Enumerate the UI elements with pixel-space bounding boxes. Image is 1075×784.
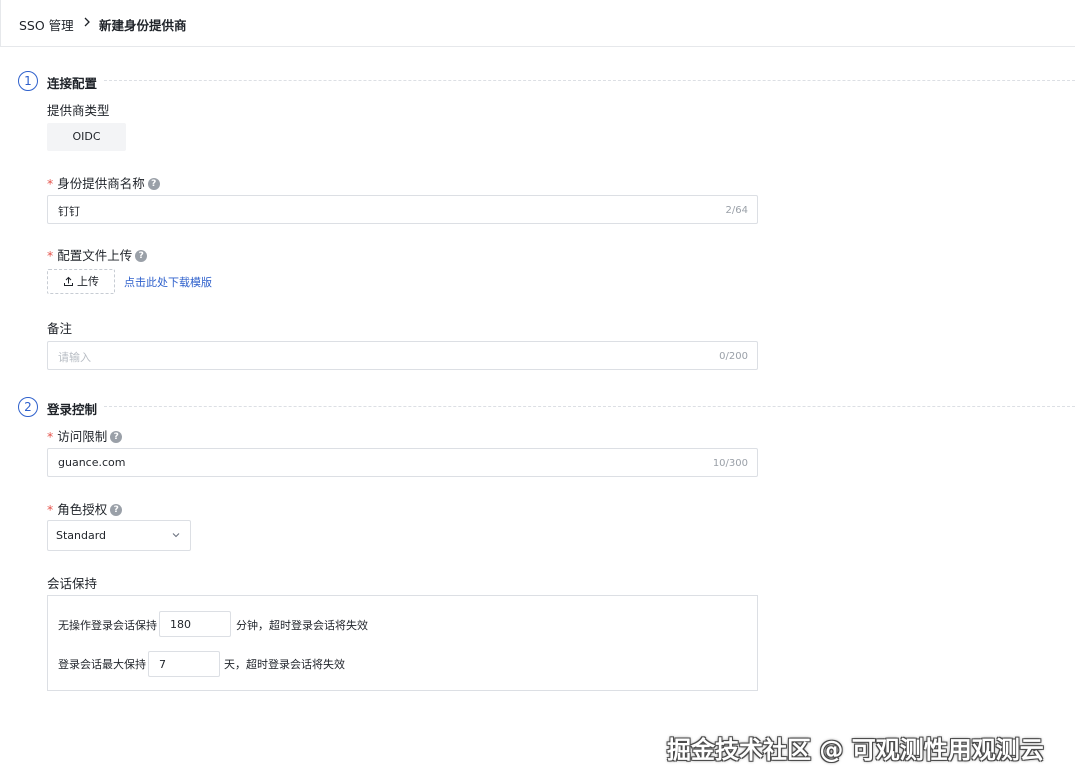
remark-label: 备注 [47,321,73,336]
upload-button-label: 上传 [77,275,99,288]
access-limit-value: guance.com [58,456,126,469]
max-session-prefix: 登录会话最大保持 [58,658,146,671]
chevron-down-icon [172,533,180,538]
watermark-text: 掘金技术社区 @ 可观测性用观测云 [667,736,1044,764]
idle-session-minutes-input[interactable]: 180 [159,611,231,637]
idle-session-minutes-value: 180 [170,618,191,631]
step-1-indicator: 1 [18,71,38,91]
help-icon[interactable]: ? [110,503,123,516]
help-icon[interactable]: ? [110,430,123,443]
idle-session-suffix: 分钟，超时登录会话将失效 [236,619,368,632]
provider-name-label-text: 身份提供商名称 [57,176,145,191]
provider-name-label: * 身份提供商名称? [47,173,160,192]
upload-button[interactable]: 上传 [47,269,115,294]
required-mark: * [47,248,54,263]
step-2-indicator: 2 [18,397,38,417]
remark-input[interactable]: 请输入 0/200 [47,341,758,370]
max-session-days-input[interactable]: 7 [148,651,220,677]
breadcrumb-sso-management[interactable]: SSO 管理 [19,15,74,34]
idle-session-prefix: 无操作登录会话保持 [58,619,157,632]
step-2-divider [104,406,1075,407]
access-limit-label-text: 访问限制 [57,429,108,444]
session-settings-box: 无操作登录会话保持 180 分钟，超时登录会话将失效 登录会话最大保持 7 天，… [47,595,758,691]
role-label-text: 角色授权 [57,502,108,517]
required-mark: * [47,429,54,444]
role-select[interactable]: Standard [47,520,191,551]
role-selected-value: Standard [56,529,107,542]
step-1-title: 连接配置 [47,76,98,91]
required-mark: * [47,502,54,517]
remark-placeholder: 请输入 [58,351,91,364]
page-header: SSO 管理 新建身份提供商 [0,0,1075,47]
step-2-title: 登录控制 [47,402,98,417]
remark-char-count: 0/200 [719,351,748,362]
config-upload-label: * 配置文件上传? [47,245,148,264]
step-1-divider [104,80,1075,81]
chevron-right-icon [84,17,90,27]
role-label: * 角色授权? [47,499,123,518]
access-limit-label: * 访问限制? [47,426,123,445]
provider-type-value: OIDC [47,123,126,151]
max-session-days-value: 7 [159,658,166,671]
provider-name-char-count: 2/64 [725,205,748,216]
access-limit-char-count: 10/300 [712,458,748,469]
breadcrumb-current: 新建身份提供商 [99,18,187,33]
help-icon[interactable]: ? [147,177,160,190]
upload-icon [64,276,73,286]
session-label: 会话保持 [47,576,98,591]
download-template-link[interactable]: 点击此处下载模版 [124,274,212,290]
required-mark: * [47,176,54,191]
access-limit-input[interactable]: guance.com 10/300 [47,448,758,477]
provider-name-input[interactable]: 钉钉 2/64 [47,195,758,224]
provider-name-value: 钉钉 [58,205,80,218]
max-session-suffix: 天，超时登录会话将失效 [224,658,345,671]
provider-type-label: 提供商类型 [47,103,110,118]
config-upload-label-text: 配置文件上传 [57,248,133,263]
help-icon[interactable]: ? [135,249,148,262]
